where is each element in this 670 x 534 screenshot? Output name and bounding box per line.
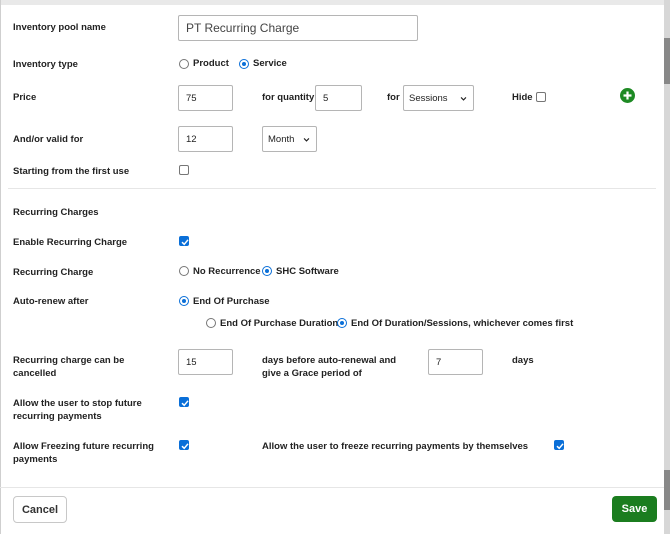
unit-select[interactable]: Sessions	[403, 85, 474, 111]
end-of-purchase-label: End Of Purchase	[193, 296, 270, 307]
save-button[interactable]: Save	[612, 496, 657, 522]
allow-stop-checkbox[interactable]	[179, 397, 189, 407]
price-input[interactable]: 75	[178, 85, 233, 111]
checkmark-icon	[181, 239, 189, 246]
shc-software-label: SHC Software	[276, 266, 339, 277]
valid-for-input[interactable]: 12	[178, 126, 233, 152]
end-of-purchase-duration-label: End Of Purchase Duration	[220, 318, 339, 329]
valid-for-label: And/or valid for	[13, 134, 84, 145]
price-label: Price	[13, 92, 37, 103]
end-of-purchase-radio[interactable]	[179, 296, 189, 306]
cancel-window-label-2: cancelled	[13, 368, 57, 379]
enable-recurring-label: Enable Recurring Charge	[13, 237, 128, 248]
for-quantity-label: for quantity	[262, 92, 315, 103]
checkmark-icon	[181, 400, 189, 407]
freeze-self-label: Allow the user to freeze recurring payme…	[262, 441, 529, 452]
cancel-days-text-2: give a Grace period of	[262, 368, 362, 379]
no-recurrence-label: No Recurrence	[193, 266, 261, 277]
quantity-input[interactable]: 5	[315, 85, 362, 111]
recurring-section-title: Recurring Charges	[13, 207, 99, 218]
unit-select-value: Sessions	[409, 92, 448, 104]
first-use-checkbox[interactable]	[179, 165, 189, 175]
cancel-days-text-1: days before auto-renewal and	[262, 355, 397, 366]
end-of-duration-sessions-radio[interactable]	[337, 318, 347, 328]
first-use-label: Starting from the first use	[13, 166, 130, 177]
allow-freezing-label-1: Allow Freezing future recurring	[13, 441, 154, 452]
dialog: Inventory pool name PT Recurring Charge …	[0, 0, 670, 534]
dialog-top-edge	[0, 0, 670, 5]
chevron-down-icon	[460, 96, 467, 101]
allow-stop-label-2: recurring payments	[13, 411, 102, 422]
checkmark-icon	[556, 443, 564, 450]
grace-days-label: days	[512, 355, 534, 366]
enable-recurring-checkbox[interactable]	[179, 236, 189, 246]
auto-renew-label: Auto-renew after	[13, 296, 89, 307]
end-of-purchase-duration-radio[interactable]	[206, 318, 216, 328]
valid-for-unit-select[interactable]: Month	[262, 126, 317, 152]
grace-period-input[interactable]: 7	[428, 349, 483, 375]
pool-name-input[interactable]: PT Recurring Charge	[178, 15, 418, 41]
shc-software-radio[interactable]	[262, 266, 272, 276]
hide-checkbox[interactable]	[536, 92, 546, 102]
footer-divider	[0, 487, 664, 488]
inventory-type-service-label: Service	[253, 58, 287, 69]
inventory-type-product-radio[interactable]	[179, 59, 189, 69]
inventory-type-service-radio[interactable]	[239, 59, 249, 69]
dialog-left-edge	[0, 0, 1, 534]
section-divider	[8, 188, 656, 189]
recurring-charge-label: Recurring Charge	[13, 267, 94, 278]
hide-label: Hide	[512, 92, 533, 103]
cancel-window-label-1: Recurring charge can be	[13, 355, 125, 366]
inventory-type-product-label: Product	[193, 58, 229, 69]
valid-for-unit-value: Month	[268, 133, 295, 145]
allow-freezing-checkbox[interactable]	[179, 440, 189, 450]
inventory-type-label: Inventory type	[13, 59, 78, 70]
allow-stop-label-1: Allow the user to stop future	[13, 398, 142, 409]
for-unit-label: for	[387, 92, 400, 103]
freeze-self-checkbox[interactable]	[554, 440, 564, 450]
no-recurrence-radio[interactable]	[179, 266, 189, 276]
plus-circle-icon[interactable]	[620, 88, 635, 103]
checkmark-icon	[181, 443, 189, 450]
pool-name-label: Inventory pool name	[13, 22, 106, 33]
cancel-button[interactable]: Cancel	[13, 496, 67, 523]
allow-freezing-label-2: payments	[13, 454, 58, 465]
scrollbar-thumb-lower[interactable]	[664, 470, 670, 510]
cancel-days-input[interactable]: 15	[178, 349, 233, 375]
end-of-duration-sessions-label: End Of Duration/Sessions, whichever come…	[351, 318, 574, 329]
chevron-down-icon	[303, 137, 310, 142]
scrollbar-thumb[interactable]	[664, 38, 670, 84]
